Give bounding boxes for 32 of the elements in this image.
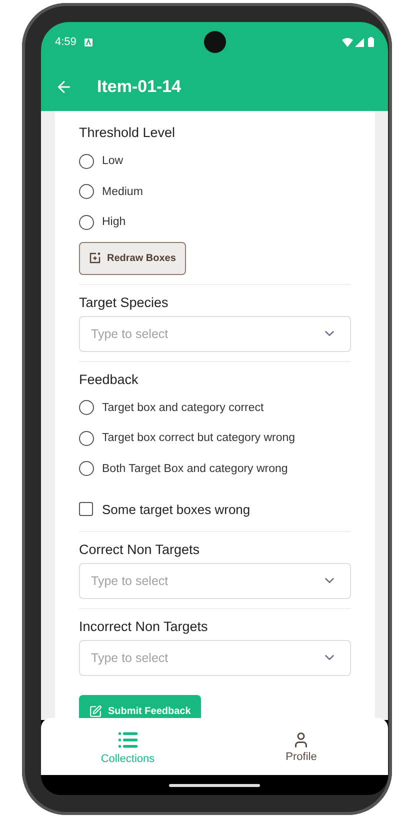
camera-icon bbox=[204, 31, 226, 53]
field-label: Incorrect Non Targets bbox=[79, 619, 209, 634]
page-title: Item-01-14 bbox=[97, 76, 182, 96]
radio-button[interactable] bbox=[79, 154, 94, 169]
option-label: High bbox=[102, 216, 126, 228]
section-label: Feedback bbox=[79, 372, 140, 386]
status-time: 4:59 bbox=[55, 36, 76, 48]
add-frame-icon bbox=[89, 252, 101, 264]
nav-tab[interactable]: Profile bbox=[214, 718, 388, 775]
select-field[interactable]: Type to select bbox=[79, 316, 351, 352]
checkbox-label: Some target boxes wrong bbox=[102, 502, 250, 516]
section-label: Threshold Level bbox=[79, 125, 176, 140]
option-label: Both Target Box and category wrong bbox=[102, 462, 288, 475]
select-field[interactable]: Type to select bbox=[79, 563, 351, 599]
option-label: Target box correct but category wrong bbox=[102, 432, 296, 444]
radio-button[interactable] bbox=[79, 461, 94, 476]
notification-icon bbox=[84, 38, 94, 46]
select-field[interactable]: Type to select bbox=[79, 640, 351, 676]
option-label: Target box and category correct bbox=[102, 402, 264, 414]
checkbox[interactable] bbox=[79, 502, 93, 516]
battery-icon bbox=[368, 37, 374, 47]
radio-button[interactable] bbox=[79, 184, 94, 200]
option-label: Medium bbox=[102, 186, 143, 198]
field-label: Correct Non Targets bbox=[79, 542, 201, 557]
radio-button[interactable] bbox=[79, 430, 94, 446]
radio-button[interactable] bbox=[79, 214, 94, 230]
option-label: Low bbox=[102, 155, 124, 168]
radio-button[interactable] bbox=[79, 400, 94, 416]
signal-icon bbox=[355, 38, 364, 46]
wifi-icon bbox=[342, 38, 353, 46]
field-label: Target Species bbox=[79, 294, 170, 310]
redraw-boxes-button[interactable]: Redraw Boxes bbox=[79, 242, 186, 274]
